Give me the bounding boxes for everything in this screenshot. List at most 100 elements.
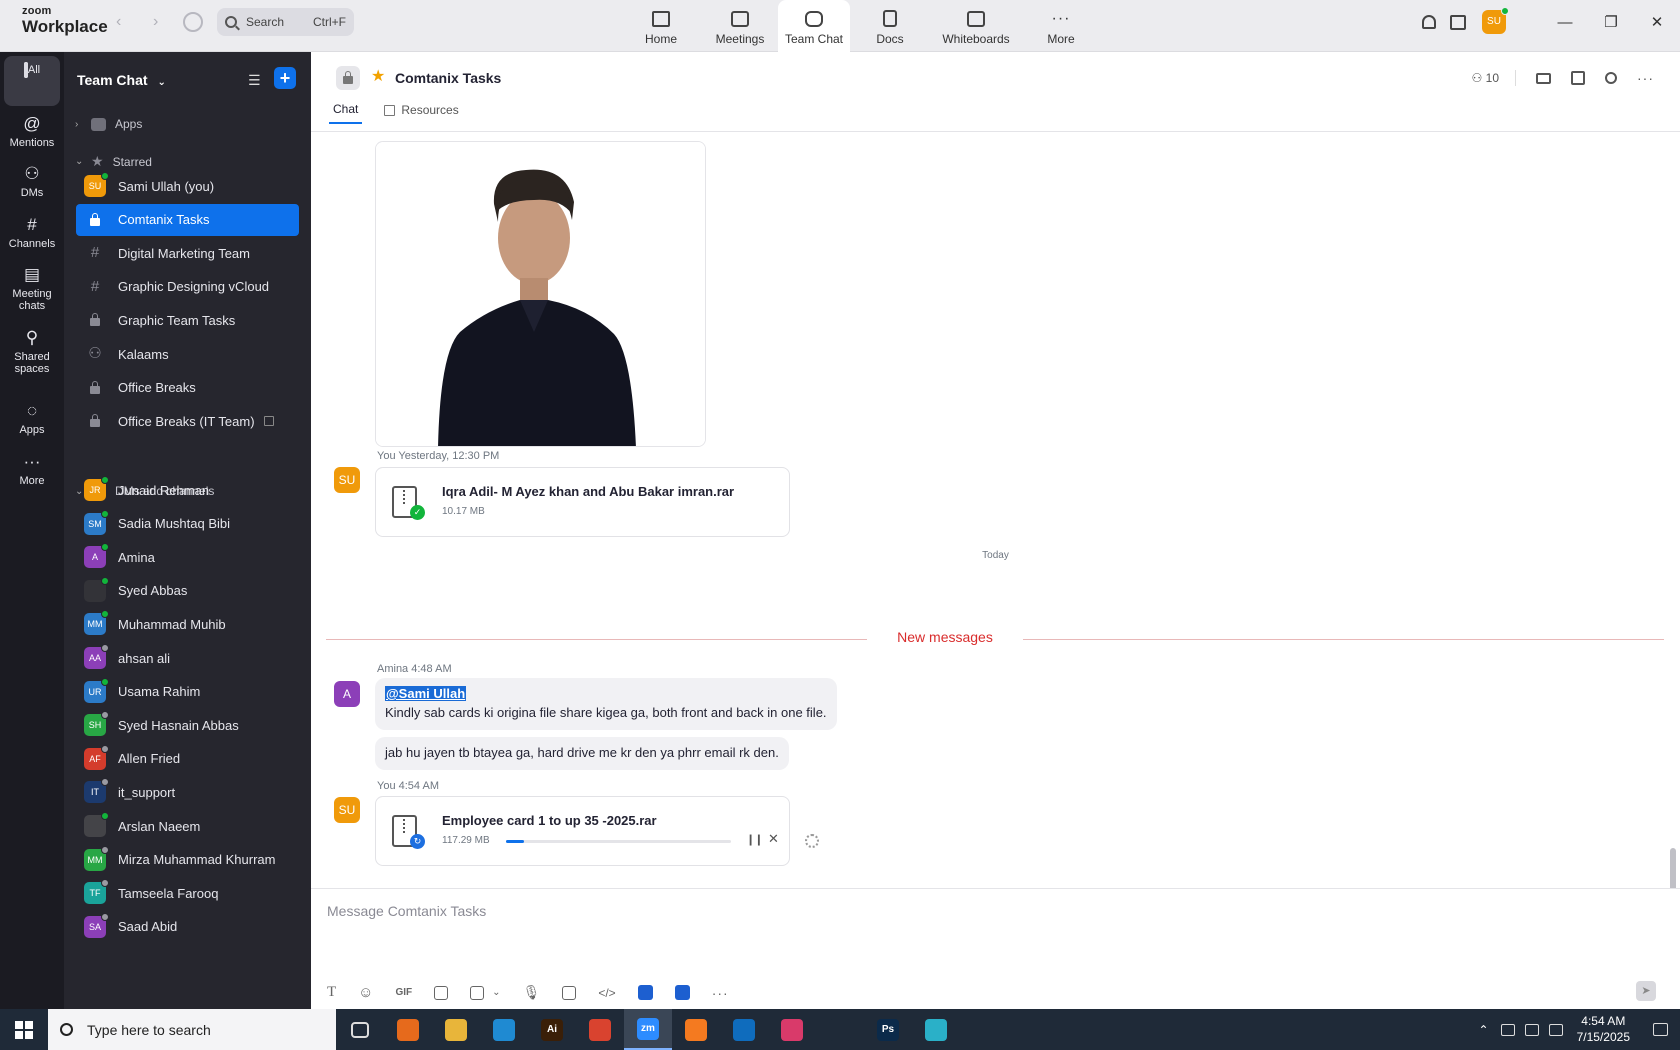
sender-avatar[interactable]: SU [334,797,360,823]
tab-whiteboards[interactable]: Whiteboards [930,0,1022,52]
rail-apps[interactable]: ◌ Apps [4,401,60,436]
more-options-icon[interactable]: ··· [1637,70,1654,86]
image-attachment[interactable] [375,141,706,447]
minimize-button[interactable]: — [1542,14,1588,31]
sidebar-item[interactable]: Graphic Team Tasks [76,304,299,336]
taskbar-app-outlook[interactable] [720,1009,768,1050]
pause-icon[interactable]: ❙❙ [746,833,763,846]
taskbar-app-zoom[interactable]: zm [624,1009,672,1050]
app-integration-icon-2[interactable] [674,985,690,1000]
channel-title[interactable]: Comtanix Tasks [395,70,501,86]
user-avatar[interactable]: SU [1482,7,1509,34]
screenshot-icon[interactable] [470,985,485,1000]
sender-avatar[interactable]: A [334,681,360,707]
search-icon[interactable] [1605,72,1617,84]
taskbar-app-firefox[interactable] [384,1009,432,1050]
close-window-button[interactable]: ✕ [1634,13,1680,31]
send-button[interactable]: ➤ [1636,981,1656,1001]
sidebar-item[interactable]: SM Sadia Mushtaq Bibi [76,508,299,540]
volume-icon[interactable] [1548,1023,1563,1036]
sidebar-item[interactable]: AF Allen Fried [76,743,299,775]
taskbar-app-photoshop[interactable]: Ps [864,1009,912,1050]
calendar-icon[interactable] [1450,14,1466,30]
attach-file-icon[interactable] [434,985,449,1000]
history-icon[interactable] [183,12,203,32]
taskbar-app-chrome[interactable] [576,1009,624,1050]
taskbar-app-file-explorer[interactable] [432,1009,480,1050]
sidebar-item[interactable]: UR Usama Rahim [76,676,299,708]
mention-link[interactable]: @Sami Ullah [385,686,467,701]
sidebar-item[interactable]: IT it_support [76,776,299,808]
bell-icon[interactable] [1422,15,1436,29]
taskbar-app-illustrator[interactable]: Ai [528,1009,576,1050]
text-format-icon[interactable]: T [327,984,336,1001]
sidebar-item[interactable]: MM Muhammad Muhib [76,608,299,640]
add-button[interactable]: + [274,67,296,89]
forward-arrow-icon[interactable]: › [153,13,158,31]
rail-shared-spaces[interactable]: ⚲ Shared spaces [4,328,60,376]
more-options-icon[interactable]: ··· [712,985,729,1001]
sidebar-item[interactable]: Office Breaks (IT Team) [76,405,299,437]
message-input[interactable]: Message Comtanix Tasks [327,903,486,919]
rail-channels[interactable]: # Channels [4,215,60,250]
message-bubble[interactable]: @Sami Ullah Kindly sab cards ki origina … [375,678,837,730]
tab-more[interactable]: ··· More [1022,0,1100,52]
code-snippet-icon[interactable]: </> [598,986,615,1000]
rail-dms[interactable]: ⚇ DMs [4,164,60,199]
chevron-up-icon[interactable]: ⌃ [1479,1023,1489,1037]
sidebar-item[interactable]: Comtanix Tasks [76,203,299,236]
emoji-icon[interactable]: ☺ [358,984,373,1001]
chevron-down-icon[interactable]: ⌄ [492,987,500,998]
tab-chat[interactable]: Chat [329,102,363,124]
rail-more[interactable]: ··· More [4,452,60,487]
taskbar-app-creative-cloud[interactable] [768,1009,816,1050]
sidebar-item[interactable]: Arslan Naeem [76,810,299,842]
sidebar-item[interactable]: Office Breaks [76,372,299,404]
video-message-icon[interactable] [562,985,577,1000]
section-apps[interactable]: › Apps [75,117,142,131]
sidebar-item[interactable]: A Amina [76,541,299,573]
sidebar-item[interactable]: AA ahsan ali [76,642,299,674]
thread-scrollbar[interactable] [1670,848,1676,888]
tab-meetings[interactable]: Meetings [702,0,778,52]
windows-start-icon[interactable] [0,1009,48,1050]
cancel-upload-icon[interactable]: ✕ [768,831,779,847]
taskbar-search[interactable]: Type here to search [48,1009,336,1050]
back-arrow-icon[interactable]: ‹ [116,13,121,31]
star-icon[interactable]: ★ [371,66,385,86]
taskbar-app-xampp[interactable] [672,1009,720,1050]
sender-avatar[interactable]: SU [334,467,360,493]
sidebar-item[interactable]: SU Sami Ullah (you) [76,170,299,202]
sidebar-item[interactable]: Syed Abbas [76,575,299,607]
rail-all[interactable]: All [4,56,60,106]
message-bubble[interactable]: jab hu jayen tb btayea ga, hard drive me… [375,737,789,770]
sidebar-item[interactable]: MM Mirza Muhammad Khurram [76,844,299,876]
tab-team-chat[interactable]: Team Chat [778,0,850,52]
members-button[interactable]: ⚇ 10 [1472,71,1499,85]
tab-resources[interactable]: Resources [380,102,462,124]
sidebar-title[interactable]: Team Chat ⌄ [77,72,166,88]
notification-center-icon[interactable] [1640,1009,1680,1050]
clock[interactable]: 4:54 AM 7/15/2025 [1577,1014,1630,1045]
taskbar-app-task-view[interactable] [336,1009,384,1050]
maximize-button[interactable]: ❐ [1588,13,1634,31]
tab-docs[interactable]: Docs [850,0,930,52]
microphone-icon[interactable]: 🎙 [523,984,541,1001]
sidebar-item[interactable]: JR Junaid Rehman [76,474,299,506]
section-starred[interactable]: ⌄ ★ Starred [75,153,152,170]
sidebar-item[interactable]: # Digital Marketing Team [76,237,299,269]
sidebar-item[interactable]: # Graphic Designing vCloud [76,271,299,303]
taskbar-app-unknown-app[interactable] [912,1009,960,1050]
search-bar[interactable]: Search Ctrl+F [217,8,354,36]
uploading-file-attachment[interactable]: ↻ Employee card 1 to up 35 -2025.rar 117… [375,796,790,866]
wifi-icon[interactable] [1524,1023,1539,1036]
video-camera-icon[interactable] [1536,72,1551,84]
rail-mentions[interactable]: @ Mentions [4,114,60,149]
rail-meeting-chats[interactable]: ▤ Meeting chats [4,265,60,313]
sidebar-item[interactable]: SA Saad Abid [76,911,299,943]
sidebar-item[interactable]: ⚇ Kalaams [76,338,299,370]
calendar-icon[interactable] [1571,71,1585,85]
file-attachment[interactable]: ✓ Iqra Adil- M Ayez khan and Abu Bakar i… [375,467,790,537]
filter-icon[interactable]: ☰ [248,72,262,89]
sidebar-item[interactable]: SH Syed Hasnain Abbas [76,709,299,741]
